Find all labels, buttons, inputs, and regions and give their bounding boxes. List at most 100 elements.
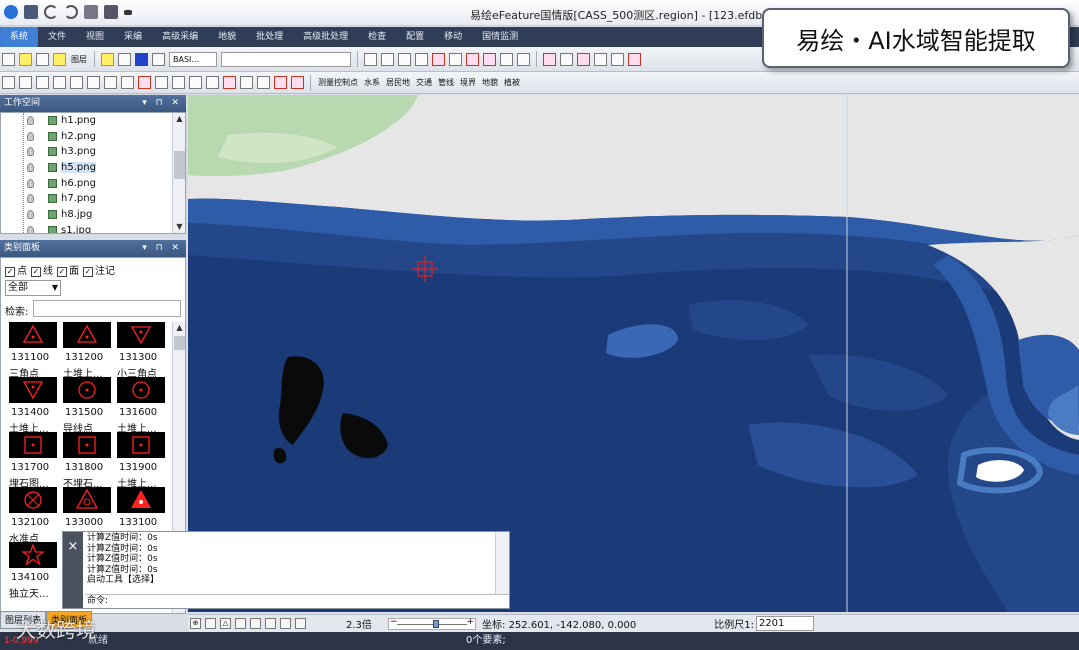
layer-label[interactable]: 图层 bbox=[68, 54, 90, 65]
annotation-icon[interactable] bbox=[189, 76, 202, 89]
square-icon[interactable] bbox=[87, 76, 100, 89]
menu-config[interactable]: 配置 bbox=[396, 27, 434, 47]
box-icon[interactable] bbox=[280, 618, 291, 629]
redo-icon[interactable] bbox=[64, 5, 78, 19]
scale-icon[interactable] bbox=[611, 52, 624, 66]
visibility-bulb-icon[interactable] bbox=[27, 194, 34, 204]
category-landform[interactable]: 地貌 bbox=[479, 77, 501, 88]
tree-file-item[interactable]: s1.jpg bbox=[1, 223, 185, 233]
symbol-item[interactable]: 131900 土堆上... bbox=[115, 432, 167, 490]
frame-icon[interactable] bbox=[104, 76, 117, 89]
color-swatch-icon[interactable] bbox=[135, 52, 148, 66]
filter-checkbox[interactable]: ✓ 点 bbox=[5, 262, 27, 277]
polyline-icon[interactable] bbox=[398, 52, 411, 66]
visibility-bulb-icon[interactable] bbox=[27, 147, 34, 157]
cross-icon[interactable] bbox=[432, 52, 445, 66]
visibility-bulb-icon[interactable] bbox=[27, 225, 34, 233]
symbol-item[interactable]: 131700 埋石图... bbox=[7, 432, 59, 490]
menu-mobile[interactable]: 移动 bbox=[434, 27, 472, 47]
trim-icon[interactable] bbox=[517, 52, 530, 66]
extend-icon[interactable] bbox=[500, 52, 513, 66]
scroll-up-icon[interactable]: ▲ bbox=[173, 322, 185, 334]
checkbox-icon[interactable]: ✓ bbox=[83, 267, 93, 277]
attribute-icon[interactable] bbox=[223, 76, 236, 89]
snap-icon[interactable] bbox=[466, 52, 479, 66]
scroll-thumb[interactable] bbox=[174, 336, 185, 350]
zoom-level[interactable]: 2.3倍 bbox=[346, 616, 382, 631]
tree-file-item[interactable]: h1.png bbox=[1, 113, 185, 129]
category-pipeline[interactable]: 管线 bbox=[435, 77, 457, 88]
point-tool-icon[interactable] bbox=[2, 76, 15, 89]
layer-combo[interactable]: BASI... bbox=[169, 51, 217, 67]
style-combo[interactable] bbox=[221, 51, 351, 67]
command-input[interactable]: 命令: bbox=[85, 594, 509, 608]
pen-icon[interactable] bbox=[206, 76, 219, 89]
menu-advanced-edit[interactable]: 高级采编 bbox=[152, 27, 208, 47]
area-snap-icon[interactable] bbox=[265, 618, 276, 629]
zoom-out-icon[interactable]: − bbox=[390, 617, 398, 627]
grid-icon[interactable] bbox=[36, 52, 49, 66]
command-scrollbar[interactable] bbox=[495, 532, 509, 594]
checkbox-icon[interactable]: ✓ bbox=[31, 267, 41, 277]
select-tool-icon[interactable] bbox=[2, 52, 15, 66]
node-icon[interactable] bbox=[172, 76, 185, 89]
customize-dropdown-icon[interactable] bbox=[124, 10, 132, 15]
house-icon[interactable] bbox=[70, 76, 83, 89]
polygon-icon[interactable] bbox=[121, 76, 134, 89]
scroll-down-icon[interactable]: ▼ bbox=[173, 221, 185, 233]
bulb-icon[interactable] bbox=[101, 52, 114, 66]
app-logo-icon[interactable] bbox=[4, 5, 18, 19]
close-icon[interactable]: × bbox=[63, 532, 83, 562]
line-snap-icon[interactable] bbox=[250, 618, 261, 629]
menu-edit[interactable]: 采编 bbox=[114, 27, 152, 47]
symbol-item[interactable]: 131500 导线点 bbox=[61, 377, 113, 435]
menu-batch[interactable]: 批处理 bbox=[246, 27, 293, 47]
symbol-item[interactable]: 131600 土堆上... bbox=[115, 377, 167, 435]
symbol-item[interactable]: 131300 小三角点 bbox=[115, 322, 167, 380]
copy-icon[interactable] bbox=[543, 52, 556, 66]
visibility-bulb-icon[interactable] bbox=[27, 178, 34, 188]
zoom-icon[interactable]: ⊕ bbox=[190, 618, 201, 629]
stamp-icon[interactable] bbox=[274, 76, 287, 89]
checkbox-icon[interactable]: ✓ bbox=[5, 267, 15, 277]
pin-icon[interactable] bbox=[240, 76, 253, 89]
visibility-bulb-icon[interactable] bbox=[27, 163, 34, 173]
measure-icon[interactable] bbox=[415, 52, 428, 66]
menu-system[interactable]: 系统 bbox=[0, 27, 39, 47]
move-icon[interactable] bbox=[560, 52, 573, 66]
panel-controls[interactable]: ▾ ⊓ ✕ bbox=[142, 240, 182, 257]
layers-icon[interactable] bbox=[104, 5, 118, 19]
inspect-icon[interactable] bbox=[257, 76, 270, 89]
tree-file-item[interactable]: h5.png bbox=[1, 160, 185, 176]
tree-file-item[interactable]: h7.png bbox=[1, 191, 185, 207]
triangle-icon[interactable]: △ bbox=[220, 618, 231, 629]
visibility-bulb-icon[interactable] bbox=[27, 210, 34, 220]
visibility-bulb-icon[interactable] bbox=[27, 116, 34, 125]
target-icon[interactable] bbox=[138, 76, 151, 89]
filter-checkbox[interactable]: ✓ 面 bbox=[57, 262, 79, 277]
menu-check[interactable]: 检查 bbox=[358, 27, 396, 47]
scale-input[interactable]: 2201 bbox=[755, 616, 814, 631]
bulb-icon[interactable] bbox=[205, 618, 216, 629]
tree-file-item[interactable]: h6.png bbox=[1, 176, 185, 192]
filter-checkbox[interactable]: ✓ 线 bbox=[31, 262, 53, 277]
tree-file-item[interactable]: h3.png bbox=[1, 144, 185, 160]
lock-icon[interactable] bbox=[118, 52, 131, 66]
symbol-item[interactable]: 131800 不埋石... bbox=[61, 432, 113, 490]
grid-mode-icon[interactable] bbox=[295, 618, 306, 629]
zoom-slider[interactable]: − + bbox=[388, 617, 476, 630]
category-residential[interactable]: 居民地 bbox=[383, 77, 413, 88]
panel-controls[interactable]: ▾ ⊓ ✕ bbox=[142, 95, 182, 112]
grid-view-icon[interactable] bbox=[152, 52, 165, 66]
tree-file-item[interactable]: h2.png bbox=[1, 129, 185, 145]
symbol-item[interactable]: 131100 三角点 bbox=[7, 322, 59, 380]
menu-terrain[interactable]: 地貌 bbox=[208, 27, 246, 47]
menu-file[interactable]: 文件 bbox=[38, 27, 76, 47]
search-input[interactable] bbox=[33, 300, 181, 317]
symbol-item[interactable]: 131200 土堆上... bbox=[61, 322, 113, 380]
menu-view[interactable]: 视图 bbox=[76, 27, 114, 47]
parallel-line-icon[interactable] bbox=[381, 52, 394, 66]
category-water[interactable]: 水系 bbox=[361, 77, 383, 88]
node-edit-icon[interactable] bbox=[483, 52, 496, 66]
delete-icon[interactable] bbox=[628, 52, 641, 66]
